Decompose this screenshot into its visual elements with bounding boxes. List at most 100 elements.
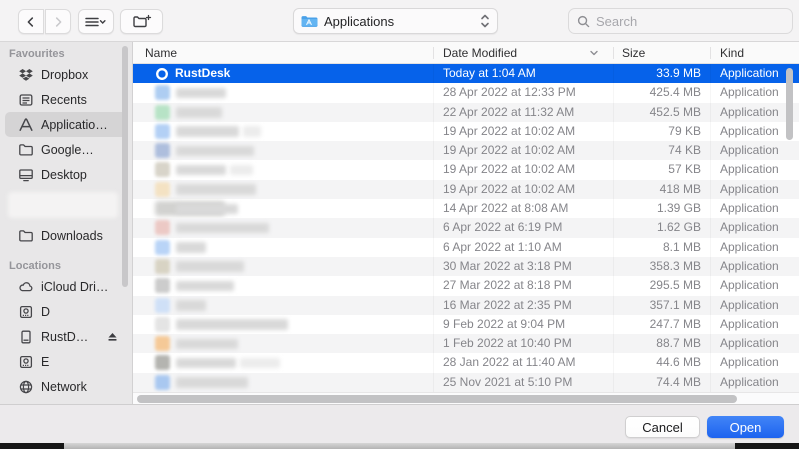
file-kind: Application [720,373,779,392]
column-header-name[interactable]: Name [145,42,177,64]
file-date-modified: Today at 1:04 AM [443,64,536,83]
sidebar-section-title: Locations [0,258,132,274]
file-date-modified: 19 Apr 2022 at 10:02 AM [443,141,575,160]
redacted-label [8,192,118,218]
file-date-modified: 28 Jan 2022 at 11:40 AM [443,353,576,372]
sidebar-item-iclouddri[interactable]: iCloud Dri… [5,274,127,299]
file-name-redacted [176,300,206,311]
file-icon-redacted [155,182,170,197]
recents-icon [17,92,35,108]
sidebar-item-d[interactable]: D [5,299,127,324]
sidebar-item-label: Desktop [41,168,87,182]
file-row-rustdesk[interactable]: RustDeskToday at 1:04 AM33.9 MBApplicati… [133,64,799,83]
file-row[interactable]: 6 Apr 2022 at 6:19 PM1.62 GBApplication [133,218,799,237]
sidebar-scrollbar[interactable] [122,46,128,287]
file-name-redacted [176,204,238,215]
file-row[interactable]: 25 Nov 2021 at 5:10 PM74.4 MBApplication [133,373,799,392]
horizontal-scrollbar[interactable] [133,392,799,404]
sidebar-item-desktop[interactable]: Desktop [5,162,127,187]
file-date-modified: 9 Feb 2022 at 9:04 PM [443,315,565,334]
file-name-redacted [176,223,269,234]
file-row[interactable]: 28 Jan 2022 at 11:40 AM44.6 MBApplicatio… [133,353,799,372]
location-selector[interactable]: Applications [293,8,498,34]
view-options-button[interactable] [78,9,114,34]
file-date-modified: 16 Mar 2022 at 2:35 PM [443,296,572,315]
forward-button[interactable] [45,9,71,34]
file-row[interactable]: 22 Apr 2022 at 11:32 AM452.5 MBApplicati… [133,103,799,122]
file-name-redacted [176,319,288,330]
file-icon-redacted [155,278,170,293]
sidebar-section-title: Favourites [0,46,132,62]
desktop-icon [17,167,35,183]
column-header-size[interactable]: Size [622,42,645,64]
file-size: 418 MB [613,180,701,199]
file-size: 79 KB [613,122,701,141]
file-kind: Application [720,315,779,334]
sidebar-item-label: Recents [41,93,87,107]
file-row[interactable]: 30 Mar 2022 at 3:18 PM358.3 MBApplicatio… [133,257,799,276]
file-row[interactable]: 19 Apr 2022 at 10:02 AM418 MBApplication [133,180,799,199]
file-list: RustDeskToday at 1:04 AM33.9 MBApplicati… [133,64,799,392]
file-row[interactable]: 19 Apr 2022 at 10:02 AM57 KBApplication [133,160,799,179]
eject-icon[interactable] [103,329,121,345]
search-field[interactable] [568,8,793,34]
file-name-redacted [243,126,261,137]
file-name-redacted [240,358,280,369]
sidebar-item-recents[interactable]: Recents [5,87,127,112]
sidebar-item-google[interactable]: Google… [5,137,127,162]
open-button[interactable]: Open [707,416,784,438]
back-button[interactable] [18,9,44,34]
file-date-modified: 19 Apr 2022 at 10:02 AM [443,122,575,141]
file-icon-redacted [155,162,170,177]
sidebar-item-applicatio[interactable]: Applicatio… [5,112,127,137]
file-size: 74.4 MB [613,373,701,392]
file-name-redacted [176,126,239,137]
cancel-button[interactable]: Cancel [625,416,700,438]
file-name-redacted [176,281,234,292]
search-input[interactable] [596,14,785,29]
list-view-menu-icon [84,14,108,30]
file-icon-redacted [155,124,170,139]
applications-folder-icon [300,13,318,29]
file-row[interactable]: 19 Apr 2022 at 10:02 AM 79 KB Application [133,122,799,141]
column-header-kind[interactable]: Kind [720,42,744,64]
file-kind: Application [720,218,779,237]
sidebar-item-e[interactable]: E [5,349,127,374]
file-row[interactable]: 1 Feb 2022 at 10:40 PM88.7 MBApplication [133,334,799,353]
sort-descending-icon [588,47,600,59]
vertical-scrollbar-thumb[interactable] [786,68,793,140]
column-divider[interactable] [613,47,614,59]
file-row[interactable]: 28 Apr 2022 at 12:33 PM425.4 MBApplicati… [133,83,799,102]
file-size: 33.9 MB [613,64,701,83]
file-icon-redacted [155,298,170,313]
file-size: 425.4 MB [613,83,701,102]
file-row[interactable]: 27 Mar 2022 at 8:18 PM295.5 MBApplicatio… [133,276,799,295]
new-folder-button[interactable] [120,9,163,34]
file-date-modified: 28 Apr 2022 at 12:33 PM [443,83,576,102]
sidebar-item-network[interactable]: Network [5,374,127,399]
horizontal-scrollbar-thumb[interactable] [137,395,737,403]
folder-icon [17,142,35,158]
file-row[interactable]: 9 Feb 2022 at 9:04 PM247.7 MBApplication [133,315,799,334]
file-kind: Application [720,122,779,141]
column-divider[interactable] [433,47,434,59]
file-date-modified: 6 Apr 2022 at 6:19 PM [443,218,562,237]
file-kind: Application [720,296,779,315]
sidebar-item-dropbox[interactable]: Dropbox [5,62,127,87]
file-row[interactable]: 16 Mar 2022 at 2:35 PM357.1 MBApplicatio… [133,296,799,315]
file-row[interactable]: 14 Apr 2022 at 8:08 AM1.39 GBApplication [133,199,799,218]
chevron-right-icon [51,15,65,29]
file-date-modified: 19 Apr 2022 at 10:02 AM [443,180,575,199]
file-row[interactable]: 6 Apr 2022 at 1:10 AM8.1 MBApplication [133,238,799,257]
file-row[interactable]: 19 Apr 2022 at 10:02 AM74 KBApplication [133,141,799,160]
network-icon [17,379,35,395]
file-kind: Application [720,353,779,372]
sidebar-item-downloads[interactable]: Downloads [5,223,127,248]
column-header-date-modified[interactable]: Date Modified [443,42,517,64]
sidebar-item-redacted[interactable] [0,187,132,223]
sidebar-item-rustd[interactable]: RustD… [5,324,127,349]
sidebar-item-label: iCloud Dri… [41,280,108,294]
file-name-redacted [176,165,226,176]
sidebar: FavouritesDropbox Recents Applicatio…Googl… [0,42,133,404]
column-divider[interactable] [710,47,711,59]
